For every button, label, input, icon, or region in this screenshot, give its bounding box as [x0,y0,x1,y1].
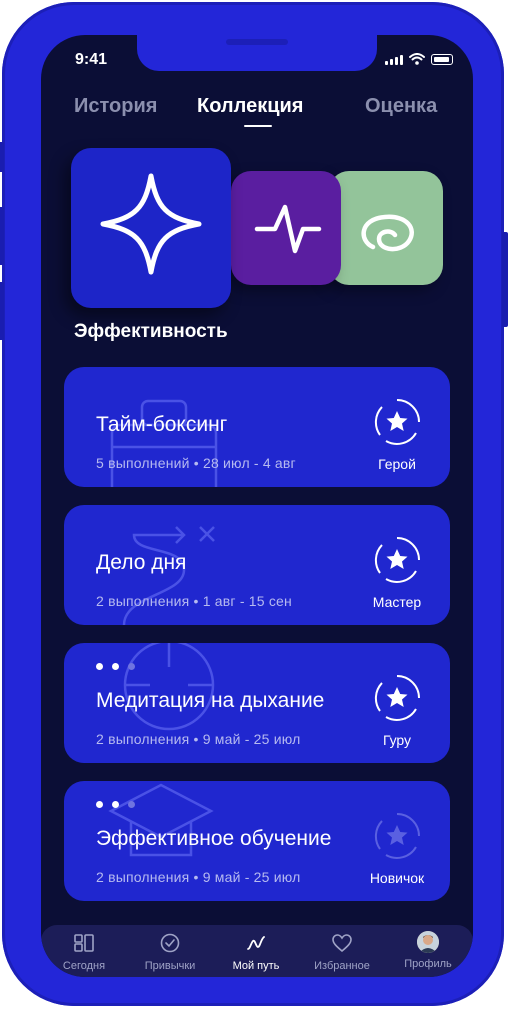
star-badge-icon [374,675,420,721]
card-title: Эффективное обучение [96,827,332,850]
nav-label: Профиль [404,958,452,970]
nav-item-profile[interactable]: Профиль [385,925,471,970]
active-tab-indicator [244,125,272,127]
path-icon [247,936,265,950]
nav-label: Привычки [144,960,196,972]
side-button-volume-down [0,282,4,340]
nav-item-my-path[interactable]: Мой путь [213,925,299,972]
tab-collection[interactable]: Коллекция [197,95,303,118]
progress-dots [96,663,135,670]
badge-label: Мастер [372,594,422,610]
hero-tile-sparkle[interactable] [71,148,231,308]
badge-label: Герой [378,456,416,472]
battery-icon [431,54,453,65]
nav-item-habits[interactable]: Привычки [127,925,213,972]
star-badge-icon [374,813,420,859]
screen: 9:41 История Коллекция Оценка Эффективно… [41,35,473,977]
nav-label: Сегодня [62,960,106,972]
achievement-card-effective-learning[interactable]: Эффективное обучение 2 выполнения • 9 ма… [64,781,450,901]
bottom-nav: Сегодня Привычки Мой путь Избранное Проф… [41,925,473,977]
nav-item-favorites[interactable]: Избранное [299,925,385,972]
status-icons [385,53,453,65]
achievement-card-breath-meditation[interactable]: Медитация на дыхание 2 выполнения • 9 ма… [64,643,450,763]
side-button-power [502,232,508,327]
side-button-volume-up [0,207,4,265]
hero-tile-pulse[interactable] [231,171,341,285]
card-meta: 2 выполнения • 1 авг - 15 сен [96,593,292,609]
tab-history[interactable]: История [74,95,157,118]
speaker [226,39,288,45]
tab-rating[interactable]: Оценка [365,95,437,118]
briefcase-icon [110,399,218,487]
star-badge-icon [374,537,420,583]
card-meta: 5 выполнений • 28 июл - 4 авг [96,455,296,471]
star-badge-icon [374,399,420,445]
today-grid-icon [74,934,94,952]
check-circle-icon [160,933,180,953]
spiral-icon [361,214,414,252]
avatar [417,931,439,953]
card-title: Тайм-боксинг [96,413,228,436]
achievement-card-task-of-day[interactable]: Дело дня 2 выполнения • 1 авг - 15 сен М… [64,505,450,625]
progress-dots [96,801,135,808]
nav-label: Мой путь [232,960,280,972]
nav-item-today[interactable]: Сегодня [41,925,127,972]
achievement-card-timeboxing[interactable]: Тайм-боксинг 5 выполнений • 28 июл - 4 а… [64,367,450,487]
hero-tile-spiral[interactable] [329,171,443,285]
badge-label: Новичок [369,870,425,886]
section-title: Эффективность [74,321,228,342]
heart-icon [332,934,352,953]
nav-label: Избранное [314,960,370,972]
pulse-icon [254,204,322,254]
card-meta: 2 выполнения • 9 май - 25 июл [96,869,301,885]
signal-icon [385,55,403,65]
side-button-mute [0,142,4,172]
card-title: Дело дня [96,551,187,574]
status-time: 9:41 [75,51,108,68]
wifi-icon [409,53,425,65]
tabs-bar: История Коллекция Оценка [41,95,473,135]
sparkle-star-icon [100,173,202,275]
phone-frame: 9:41 История Коллекция Оценка Эффективно… [0,2,508,1006]
card-meta: 2 выполнения • 9 май - 25 июл [96,731,301,747]
badge-label: Гуру [382,732,412,748]
card-title: Медитация на дыхание [96,689,325,712]
